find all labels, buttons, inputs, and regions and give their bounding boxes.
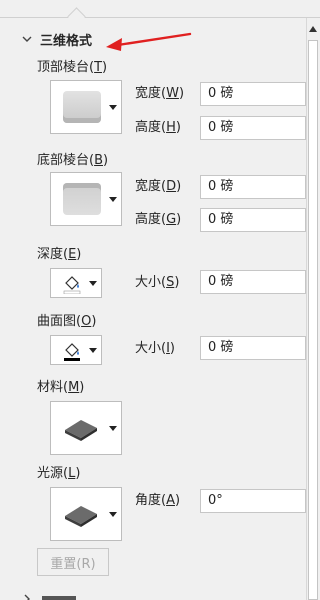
lighting-dropdown[interactable]: [50, 487, 122, 541]
material-label: 材料(M): [37, 380, 85, 395]
bottom-bevel-label: 底部棱台(B): [37, 153, 109, 168]
contour-size-label: 大小(I): [135, 341, 175, 356]
next-section-header[interactable]: [22, 592, 82, 600]
section-title: 三维格式: [40, 33, 93, 49]
paint-bucket-icon: [64, 343, 80, 361]
depth-size-input[interactable]: 0 磅: [200, 270, 306, 294]
top-bevel-label: 顶部棱台(T): [37, 60, 108, 75]
scroll-up-button[interactable]: [306, 22, 320, 36]
bottom-height-input[interactable]: 0 磅: [200, 208, 306, 232]
material-dropdown[interactable]: [50, 401, 122, 455]
top-bevel-dropdown[interactable]: [50, 80, 122, 134]
scroll-up-arrow-icon: [309, 26, 317, 32]
depth-size-label: 大小(S): [135, 275, 180, 290]
dropdown-arrow-icon: [109, 105, 117, 110]
bevel-preview-icon: [63, 91, 101, 123]
contour-color-dropdown[interactable]: [50, 335, 102, 365]
top-width-label: 宽度(W): [135, 86, 185, 101]
annotation-arrow-icon: [106, 32, 192, 51]
scrollbar-thumb[interactable]: [308, 40, 318, 600]
pane-top-edge: [0, 0, 320, 18]
paint-bucket-icon: [63, 276, 81, 294]
bottom-width-input[interactable]: 0 磅: [200, 175, 306, 199]
section-header-3d-format[interactable]: 三维格式: [22, 30, 93, 49]
bevel-preview-icon: [63, 183, 101, 215]
angle-input[interactable]: 0°: [200, 489, 306, 513]
bottom-bevel-dropdown[interactable]: [50, 172, 122, 226]
top-height-input[interactable]: 0 磅: [200, 116, 306, 140]
reset-button[interactable]: 重置(R): [37, 548, 109, 576]
dropdown-arrow-icon: [89, 281, 97, 286]
angle-label: 角度(A): [135, 493, 181, 508]
lighting-label: 光源(L): [37, 466, 81, 481]
bottom-width-label: 宽度(D): [135, 179, 182, 194]
material-preview-icon: [65, 420, 97, 441]
contour-size-input[interactable]: 0 磅: [200, 336, 306, 360]
depth-label: 深度(E): [37, 247, 82, 262]
dropdown-arrow-icon: [109, 512, 117, 517]
chevron-down-icon: [22, 33, 36, 46]
chevron-right-icon: [24, 594, 76, 600]
depth-color-dropdown[interactable]: [50, 268, 102, 298]
dropdown-arrow-icon: [109, 426, 117, 431]
lighting-preview-icon: [65, 506, 97, 527]
dropdown-arrow-icon: [109, 197, 117, 202]
top-width-input[interactable]: 0 磅: [200, 82, 306, 106]
top-height-label: 高度(H): [135, 120, 181, 135]
contour-label: 曲面图(O): [37, 314, 97, 329]
bottom-height-label: 高度(G): [135, 212, 182, 227]
dropdown-arrow-icon: [89, 348, 97, 353]
